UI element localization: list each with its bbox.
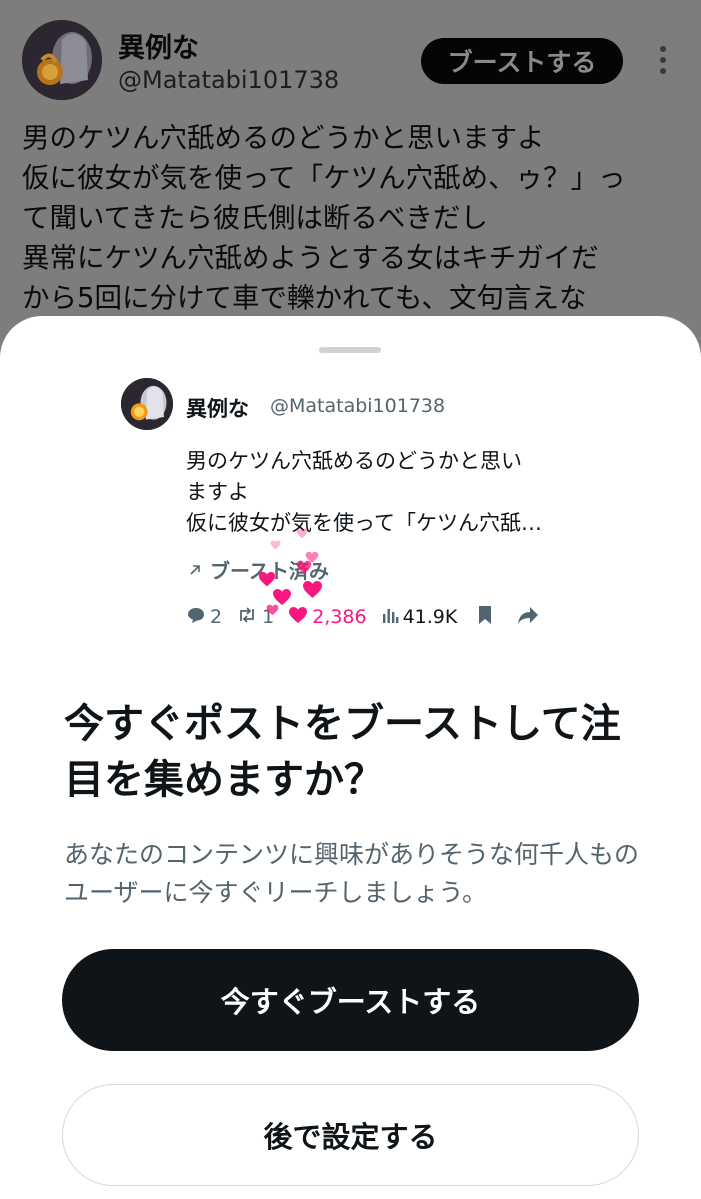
repost-count: 1 [262, 606, 275, 628]
sheet-grab-handle[interactable] [319, 347, 381, 353]
like-count: 2,386 [312, 606, 367, 628]
views-stat[interactable]: 41.9K [381, 606, 458, 629]
heart-icon [288, 606, 308, 629]
bookmark-stat[interactable] [477, 605, 493, 630]
boost-button[interactable]: ブーストする [421, 38, 623, 84]
set-later-button[interactable]: 後で設定する [62, 1084, 639, 1186]
post-text: 男のケツん穴舐めるのどうかと思いますよ 仮に彼女が気を使って「ケツん穴舐め、ゥ？… [22, 122, 626, 314]
boost-bottom-sheet: 異例な @Matatabi101738 男のケツん穴舐めるのどうかと思い ますよ… [0, 316, 701, 1199]
reply-stat[interactable]: 2 [186, 605, 222, 630]
boost-now-button[interactable]: 今すぐブーストする [62, 949, 639, 1051]
repost-stat[interactable]: 1 [236, 606, 274, 629]
author-avatar[interactable] [22, 20, 102, 100]
preview-avatar [121, 378, 173, 430]
reply-count: 2 [210, 606, 223, 628]
author-name: 異例な [118, 33, 199, 64]
more-options-icon[interactable] [656, 46, 670, 80]
sheet-description: あなたのコンテンツに興味がありそうな何千人ものユーザーに今すぐリーチしましょう。 [64, 840, 640, 907]
arrow-up-right-icon [188, 558, 202, 582]
preview-post-text: 男のケツん穴舐めるのどうかと思い ますよ 仮に彼女が気を使って「ケツん穴舐… [186, 449, 542, 535]
boosted-status: ブースト済み [188, 555, 329, 584]
like-stat[interactable]: 2,386 [288, 606, 367, 629]
bar-chart-icon [381, 606, 399, 629]
reply-icon [186, 605, 206, 630]
preview-author-name: 異例な [186, 397, 249, 421]
repost-icon [236, 606, 258, 629]
author-handle: @Matatabi101738 [118, 66, 340, 94]
bookmark-icon [477, 605, 493, 630]
boosted-label: ブースト済み [210, 559, 329, 583]
share-stat[interactable] [517, 605, 539, 630]
share-icon [517, 605, 539, 630]
preview-stats-bar: 2 1 2,386 41.9K [186, 603, 553, 631]
view-count: 41.9K [402, 606, 458, 628]
sheet-headline: 今すぐポストをブーストして注目を集めますか？ [64, 701, 621, 803]
preview-author-handle: @Matatabi101738 [270, 395, 446, 417]
